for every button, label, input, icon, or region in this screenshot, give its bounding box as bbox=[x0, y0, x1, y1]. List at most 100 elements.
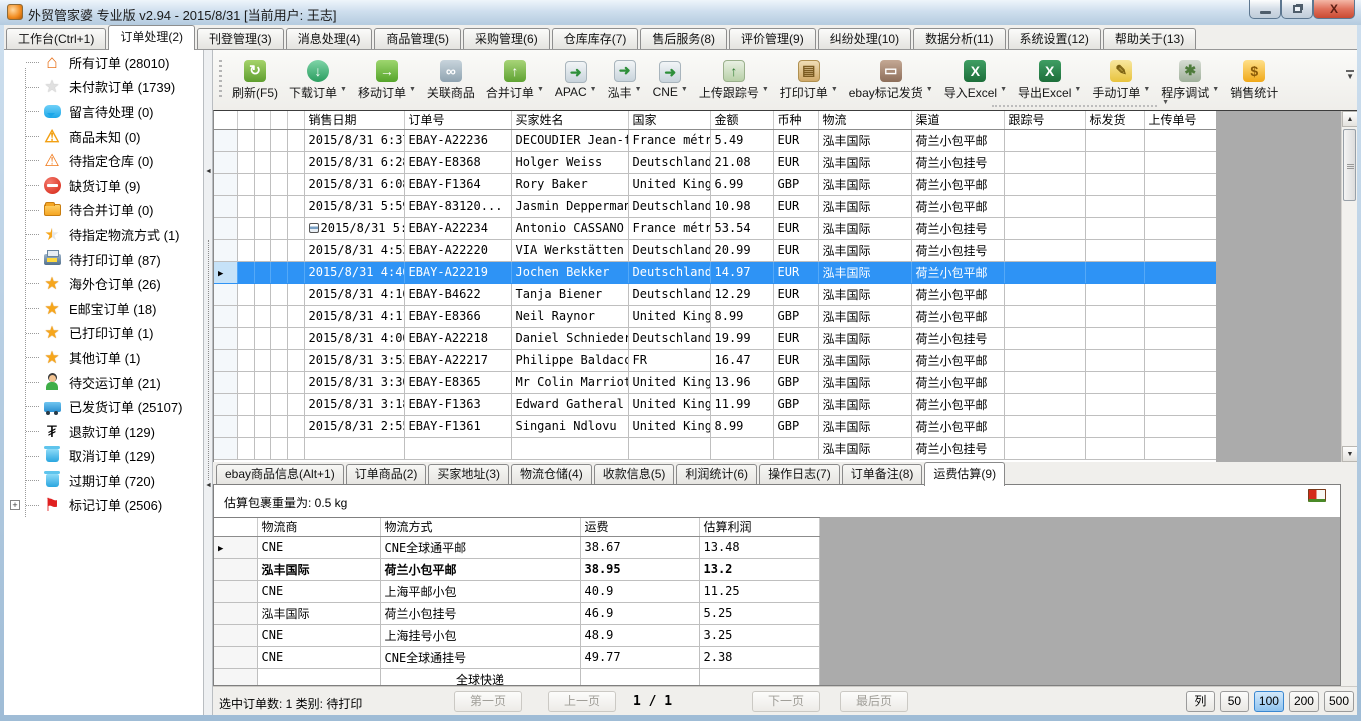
detail-tab-8[interactable]: 订单备注(8) bbox=[842, 464, 923, 484]
order-row[interactable]: 2015/8/31 6:28EBAY-E8368Holger WeissDeut… bbox=[214, 151, 1216, 173]
order-row[interactable]: 泓丰国际荷兰小包挂号 bbox=[214, 437, 1216, 459]
toolbar-button[interactable]: ▭ebay标记发货▼ bbox=[844, 57, 938, 104]
sidebar-item-10[interactable]: ★海外仓订单 (26) bbox=[4, 271, 203, 296]
column-header[interactable]: 销售日期 bbox=[304, 111, 404, 129]
expand-icon[interactable]: + bbox=[10, 500, 20, 510]
sidebar-splitter[interactable]: ◄ ◄ bbox=[203, 50, 213, 715]
detail-tab-6[interactable]: 利润统计(6) bbox=[676, 464, 757, 484]
detail-tab-1[interactable]: ebay商品信息(Alt+1) bbox=[216, 464, 344, 484]
sidebar-item-17[interactable]: 取消订单 (129) bbox=[4, 444, 203, 469]
scroll-up-icon[interactable]: ▲ bbox=[1342, 111, 1357, 127]
column-header[interactable]: 运费 bbox=[580, 518, 699, 536]
order-row[interactable]: 2015/8/31 3:30EBAY-E8365Mr Colin Marriot… bbox=[214, 371, 1216, 393]
detail-tab-7[interactable]: 操作日志(7) bbox=[759, 464, 840, 484]
freight-row[interactable]: CNECNE全球通挂号49.772.38 bbox=[214, 646, 819, 668]
dropdown-arrow-icon[interactable]: ▼ bbox=[635, 86, 642, 93]
menu-tab-2[interactable]: 订单处理(2) bbox=[108, 25, 195, 50]
dropdown-arrow-icon[interactable]: ▼ bbox=[681, 86, 688, 93]
toolbar-button[interactable]: ∞关联商品 bbox=[422, 57, 480, 104]
freight-row[interactable]: ▶CNECNE全球通平邮38.6713.48 bbox=[214, 536, 819, 558]
order-row[interactable]: 2015/8/31 3:53EBAY-A22217Philippe Baldac… bbox=[214, 349, 1216, 371]
detail-tab-3[interactable]: 买家地址(3) bbox=[428, 464, 509, 484]
column-settings-button[interactable]: 列 bbox=[1186, 691, 1215, 712]
menu-tab-6[interactable]: 采购管理(6) bbox=[463, 28, 550, 49]
column-header[interactable]: 渠道 bbox=[911, 111, 1004, 129]
close-button[interactable]: X bbox=[1313, 0, 1355, 19]
dropdown-arrow-icon[interactable]: ▼ bbox=[1212, 86, 1219, 93]
menu-tab-3[interactable]: 刊登管理(3) bbox=[197, 28, 284, 49]
page-size-500-button[interactable]: 500 bbox=[1324, 691, 1354, 712]
collapse-sidebar-icon[interactable]: ◄ bbox=[205, 168, 212, 175]
page-size-50-button[interactable]: 50 bbox=[1220, 691, 1249, 712]
menu-tab-13[interactable]: 帮助关于(13) bbox=[1103, 28, 1196, 49]
dropdown-arrow-icon[interactable]: ▼ bbox=[1143, 86, 1150, 93]
toolbar-button[interactable]: ↑合并订单▼ bbox=[481, 57, 549, 104]
column-header[interactable]: 跟踪号 bbox=[1004, 111, 1085, 129]
menu-tab-4[interactable]: 消息处理(4) bbox=[286, 28, 373, 49]
toolbar-button[interactable]: ↑上传跟踪号▼ bbox=[694, 57, 774, 104]
column-header[interactable]: 金额 bbox=[710, 111, 773, 129]
sidebar-item-12[interactable]: ★已打印订单 (1) bbox=[4, 321, 203, 346]
dropdown-arrow-icon[interactable]: ▼ bbox=[1074, 86, 1081, 93]
last-page-button[interactable]: 最后页 bbox=[840, 691, 908, 712]
menu-tab-8[interactable]: 售后服务(8) bbox=[640, 28, 727, 49]
dropdown-arrow-icon[interactable]: ▼ bbox=[1000, 86, 1007, 93]
menu-tab-12[interactable]: 系统设置(12) bbox=[1008, 28, 1101, 49]
collapse-sidebar-icon[interactable]: ◄ bbox=[205, 482, 212, 489]
page-size-100-button[interactable]: 100 bbox=[1254, 691, 1284, 712]
detail-tab-5[interactable]: 收款信息(5) bbox=[594, 464, 675, 484]
order-row[interactable]: 2015/8/31 3:18EBAY-F1363Edward GatheralU… bbox=[214, 393, 1216, 415]
restore-button[interactable] bbox=[1281, 0, 1313, 19]
toolbar-overflow-icon[interactable]: ▼ bbox=[1346, 70, 1354, 81]
sidebar-item-6[interactable]: 缺货订单 (9) bbox=[4, 173, 203, 198]
prev-page-button[interactable]: 上一页 bbox=[548, 691, 616, 712]
page-size-200-button[interactable]: 200 bbox=[1289, 691, 1319, 712]
sidebar-item-7[interactable]: 待合并订单 (0) bbox=[4, 198, 203, 223]
freight-row[interactable]: 泓丰国际荷兰小包平邮38.9513.2 bbox=[214, 558, 819, 580]
column-header[interactable]: 订单号 bbox=[404, 111, 511, 129]
column-header[interactable]: 币种 bbox=[773, 111, 818, 129]
minimize-button[interactable] bbox=[1249, 0, 1281, 19]
sidebar-item-8[interactable]: ★待指定物流方式 (1) bbox=[4, 222, 203, 247]
order-row[interactable]: 2015/8/31 6:08EBAY-F1364Rory BakerUnited… bbox=[214, 173, 1216, 195]
dropdown-arrow-icon[interactable]: ▼ bbox=[409, 86, 416, 93]
order-row[interactable]: 2015/8/31 4:53EBAY-A22220VIA Werkstätten… bbox=[214, 239, 1216, 261]
column-header[interactable]: 物流商 bbox=[257, 518, 380, 536]
column-header[interactable]: 物流 bbox=[818, 111, 911, 129]
scroll-down-icon[interactable]: ▼ bbox=[1342, 446, 1357, 462]
sidebar-item-11[interactable]: ★E邮宝订单 (18) bbox=[4, 296, 203, 321]
order-row[interactable]: ▶2015/8/31 4:46EBAY-A22219Jochen BekkerD… bbox=[214, 261, 1216, 283]
dropdown-arrow-icon[interactable]: ▼ bbox=[340, 86, 347, 93]
order-row[interactable]: 2015/8/31 4:16EBAY-B4622Tanja BienerDeut… bbox=[214, 283, 1216, 305]
toolbar-button[interactable]: ✱程序调试▼ bbox=[1156, 57, 1224, 104]
sidebar-item-16[interactable]: ₮退款订单 (129) bbox=[4, 419, 203, 444]
toolbar-button[interactable]: ↓下载订单▼ bbox=[284, 57, 352, 104]
toolbar-button[interactable]: ▤打印订单▼ bbox=[775, 57, 843, 104]
sidebar-item-2[interactable]: ★未付款订单 (1739) bbox=[4, 75, 203, 100]
detail-tab-2[interactable]: 订单商品(2) bbox=[346, 464, 427, 484]
menu-tab-7[interactable]: 仓库库存(7) bbox=[552, 28, 639, 49]
column-header[interactable]: 买家姓名 bbox=[511, 111, 628, 129]
order-row[interactable]: 2015/8/31 4:11EBAY-E8366Neil RaynorUnite… bbox=[214, 305, 1216, 327]
menu-tab-1[interactable]: 工作台(Ctrl+1) bbox=[6, 28, 106, 49]
dropdown-arrow-icon[interactable]: ▼ bbox=[537, 86, 544, 93]
toolbar-button[interactable]: ➜泓丰▼ bbox=[603, 57, 647, 104]
column-header[interactable]: 估算利润 bbox=[699, 518, 819, 536]
order-row[interactable]: 2015/8/31 5:59EBAY-83120...Jasmin Depper… bbox=[214, 195, 1216, 217]
freight-row[interactable]: 全球快递 bbox=[214, 668, 819, 685]
detail-tab-4[interactable]: 物流仓储(4) bbox=[511, 464, 592, 484]
sidebar-item-18[interactable]: 过期订单 (720) bbox=[4, 468, 203, 493]
sidebar-item-3[interactable]: 留言待处理 (0) bbox=[4, 99, 203, 124]
order-row[interactable]: 2015/8/31 4:00EBAY-A22218Daniel Schniede… bbox=[214, 327, 1216, 349]
vertical-scrollbar[interactable]: ▲ ▼ bbox=[1341, 111, 1357, 462]
sidebar-item-14[interactable]: 待交运订单 (21) bbox=[4, 370, 203, 395]
dropdown-arrow-icon[interactable]: ▼ bbox=[926, 86, 933, 93]
toolbar-button[interactable]: X导出Excel▼ bbox=[1013, 57, 1086, 104]
menu-tab-10[interactable]: 纠纷处理(10) bbox=[818, 28, 911, 49]
dropdown-arrow-icon[interactable]: ▼ bbox=[590, 86, 597, 93]
toolbar-button[interactable]: $销售统计 bbox=[1225, 57, 1283, 104]
sidebar-item-9[interactable]: 待打印订单 (87) bbox=[4, 247, 203, 272]
freight-row[interactable]: CNE上海挂号小包48.93.25 bbox=[214, 624, 819, 646]
dropdown-arrow-icon[interactable]: ▼ bbox=[762, 86, 769, 93]
freight-row[interactable]: 泓丰国际荷兰小包挂号46.95.25 bbox=[214, 602, 819, 624]
